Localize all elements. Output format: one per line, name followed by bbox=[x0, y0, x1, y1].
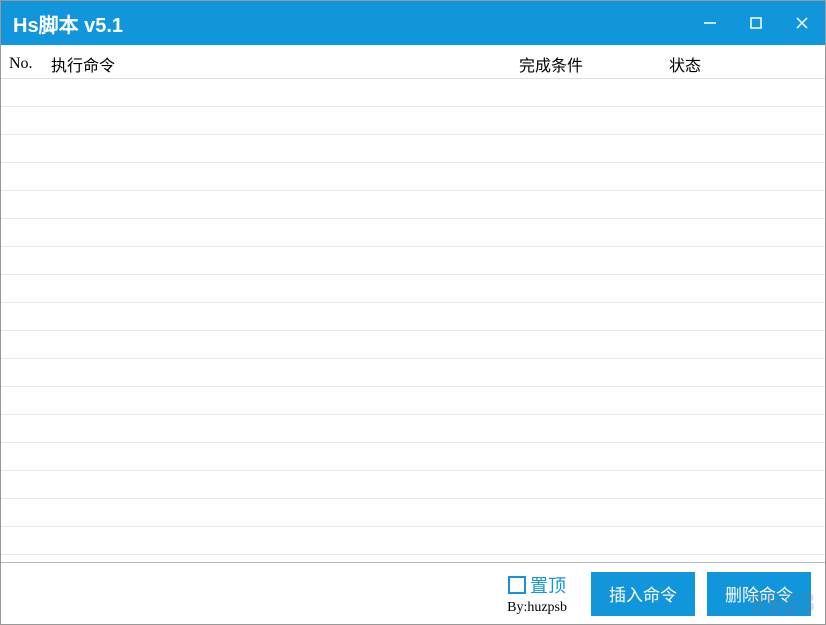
header-no[interactable]: No. bbox=[1, 55, 47, 73]
delete-command-button[interactable]: 删除命令 bbox=[707, 572, 811, 616]
table-row[interactable] bbox=[1, 107, 825, 135]
minimize-button[interactable] bbox=[687, 1, 733, 45]
header-command[interactable]: 执行命令 bbox=[47, 52, 515, 76]
table-row[interactable] bbox=[1, 163, 825, 191]
byline: By:huzpsb bbox=[507, 600, 567, 616]
table-row[interactable] bbox=[1, 219, 825, 247]
minimize-icon bbox=[703, 16, 717, 30]
table-row[interactable] bbox=[1, 191, 825, 219]
titlebar[interactable]: Hs脚本 v5.1 bbox=[1, 1, 825, 45]
window-title: Hs脚本 v5.1 bbox=[13, 9, 123, 38]
table-row[interactable] bbox=[1, 79, 825, 107]
insert-command-button[interactable]: 插入命令 bbox=[591, 572, 695, 616]
footer-bar: 置顶 By:huzpsb 插入命令 删除命令 bbox=[1, 562, 825, 624]
maximize-icon bbox=[749, 16, 763, 30]
table-row[interactable] bbox=[1, 471, 825, 499]
table-row[interactable] bbox=[1, 443, 825, 471]
table-row[interactable] bbox=[1, 331, 825, 359]
table-header: No. 执行命令 完成条件 状态 bbox=[1, 45, 825, 79]
content-area: No. 执行命令 完成条件 状态 bbox=[1, 45, 825, 562]
table-row[interactable] bbox=[1, 303, 825, 331]
maximize-button[interactable] bbox=[733, 1, 779, 45]
table-row[interactable] bbox=[1, 387, 825, 415]
window-controls bbox=[687, 1, 825, 45]
table-row[interactable] bbox=[1, 135, 825, 163]
table-row[interactable] bbox=[1, 415, 825, 443]
table-row[interactable] bbox=[1, 247, 825, 275]
table-row[interactable] bbox=[1, 527, 825, 555]
table-body[interactable] bbox=[1, 79, 825, 562]
footer-left: 置顶 By:huzpsb bbox=[507, 572, 567, 616]
pin-checkbox[interactable]: 置顶 bbox=[508, 572, 566, 598]
header-status[interactable]: 状态 bbox=[665, 52, 825, 76]
close-icon bbox=[795, 16, 809, 30]
checkbox-icon bbox=[508, 576, 526, 594]
table-row[interactable] bbox=[1, 275, 825, 303]
table-row[interactable] bbox=[1, 499, 825, 527]
header-condition[interactable]: 完成条件 bbox=[515, 52, 665, 76]
pin-label: 置顶 bbox=[530, 572, 566, 598]
table-row[interactable] bbox=[1, 359, 825, 387]
close-button[interactable] bbox=[779, 1, 825, 45]
app-window: Hs脚本 v5.1 No. 执行命令 完 bbox=[0, 0, 826, 625]
